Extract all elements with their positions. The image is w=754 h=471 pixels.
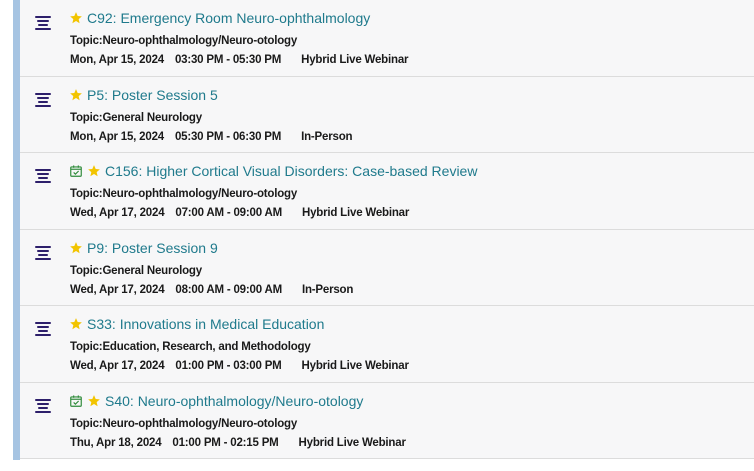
session-date: Mon, Apr 15, 2024 — [70, 130, 164, 143]
session-date: Wed, Apr 17, 2024 — [70, 283, 165, 296]
session-title-link[interactable]: C156: Higher Cortical Visual Disorders: … — [105, 163, 477, 179]
session-title-row: C156: Higher Cortical Visual Disorders: … — [69, 163, 477, 179]
session-item[interactable]: P5: Poster Session 5 Topic:General Neuro… — [20, 76, 754, 153]
session-title-row: P5: Poster Session 5 — [69, 87, 218, 103]
session-topic: Topic:General Neurology — [70, 111, 202, 124]
agenda-menu-icon[interactable] — [35, 92, 51, 107]
session-datetime: Wed, Apr 17, 2024 01:00 PM - 03:00 PM Hybr… — [70, 360, 409, 372]
session-title-link[interactable]: P9: Poster Session 9 — [87, 240, 218, 256]
calendar-check-icon[interactable] — [69, 164, 83, 178]
star-icon[interactable] — [69, 241, 83, 255]
session-topic: Topic:Neuro-ophthalmology/Neuro-otology — [70, 417, 298, 430]
session-format: In-Person — [301, 130, 353, 143]
calendar-check-icon[interactable] — [69, 394, 83, 408]
star-icon[interactable] — [87, 394, 101, 408]
session-topic: Topic:General Neurology — [70, 264, 202, 277]
session-time: 07:00 AM - 09:00 AM — [175, 207, 282, 219]
session-datetime: Mon, Apr 15, 2024 05:30 PM - 06:30 PM In-P… — [70, 130, 353, 143]
session-title-row: S40: Neuro-ophthalmology/Neuro-otology — [69, 393, 363, 409]
session-item[interactable]: P9: Poster Session 9 Topic:General Neuro… — [20, 229, 754, 306]
session-format: Hybrid Live Webinar — [301, 54, 409, 66]
star-icon[interactable] — [69, 88, 83, 102]
session-title-row: P9: Poster Session 9 — [69, 240, 218, 256]
agenda-menu-icon[interactable] — [35, 169, 51, 183]
session-list: C92: Emergency Room Neuro-ophthalmology … — [20, 0, 754, 459]
session-time: 01:00 PM - 02:15 PM — [172, 436, 279, 449]
session-date: Thu, Apr 18, 2024 — [70, 436, 162, 449]
agenda-menu-icon[interactable] — [35, 245, 51, 260]
session-time: 01:00 PM - 03:00 PM — [175, 360, 282, 372]
session-date: Wed, Apr 17, 2024 — [70, 360, 165, 372]
agenda-menu-icon[interactable] — [35, 16, 51, 30]
session-topic: Topic:Neuro-ophthalmology/Neuro-otology — [70, 188, 298, 200]
session-topic: Topic:Neuro-ophthalmology/Neuro-otology — [70, 35, 298, 47]
session-item[interactable]: S40: Neuro-ophthalmology/Neuro-otology T… — [20, 382, 754, 459]
session-title-link[interactable]: C92: Emergency Room Neuro-ophthalmology — [87, 10, 370, 26]
agenda-menu-icon[interactable] — [35, 322, 51, 336]
star-icon[interactable] — [87, 164, 101, 178]
session-title-link[interactable]: S33: Innovations in Medical Education — [87, 316, 324, 332]
session-time: 03:30 PM - 05:30 PM — [174, 54, 282, 66]
session-format: In-Person — [301, 283, 354, 296]
session-datetime: Wed, Apr 17, 2024 08:00 AM - 09:00 AM In-P… — [70, 284, 353, 296]
session-title-row: S33: Innovations in Medical Education — [69, 316, 324, 332]
session-time: 05:30 PM - 06:30 PM — [174, 130, 282, 143]
session-date: Mon, Apr 15, 2024 — [70, 54, 164, 66]
session-item[interactable]: C92: Emergency Room Neuro-ophthalmology … — [20, 0, 754, 77]
session-datetime: Mon, Apr 15, 2024 03:30 PM - 05:30 PM Hybr… — [70, 54, 408, 66]
session-format: Hybrid Live Webinar — [301, 207, 410, 219]
session-datetime: Thu, Apr 18, 2024 01:00 PM - 02:15 PM Hybr… — [70, 437, 406, 449]
session-item[interactable]: C156: Higher Cortical Visual Disorders: … — [20, 153, 754, 230]
agenda-menu-icon[interactable] — [35, 398, 51, 413]
session-title-row: C92: Emergency Room Neuro-ophthalmology — [69, 10, 370, 26]
session-title-link[interactable]: P5: Poster Session 5 — [87, 87, 218, 103]
session-title-link[interactable]: S40: Neuro-ophthalmology/Neuro-otology — [105, 393, 363, 409]
selection-accent-bar — [13, 0, 20, 460]
session-time: 08:00 AM - 09:00 AM — [175, 283, 282, 296]
session-date: Wed, Apr 17, 2024 — [70, 207, 165, 219]
session-format: Hybrid Live Webinar — [301, 360, 409, 372]
session-item[interactable]: S33: Innovations in Medical Education To… — [20, 306, 754, 383]
star-icon[interactable] — [69, 317, 83, 331]
session-topic: Topic:Education, Research, and Methodolo… — [70, 341, 311, 353]
star-icon[interactable] — [69, 11, 83, 25]
session-format: Hybrid Live Webinar — [298, 436, 406, 449]
session-datetime: Wed, Apr 17, 2024 07:00 AM - 09:00 AM Hybr… — [70, 207, 409, 219]
